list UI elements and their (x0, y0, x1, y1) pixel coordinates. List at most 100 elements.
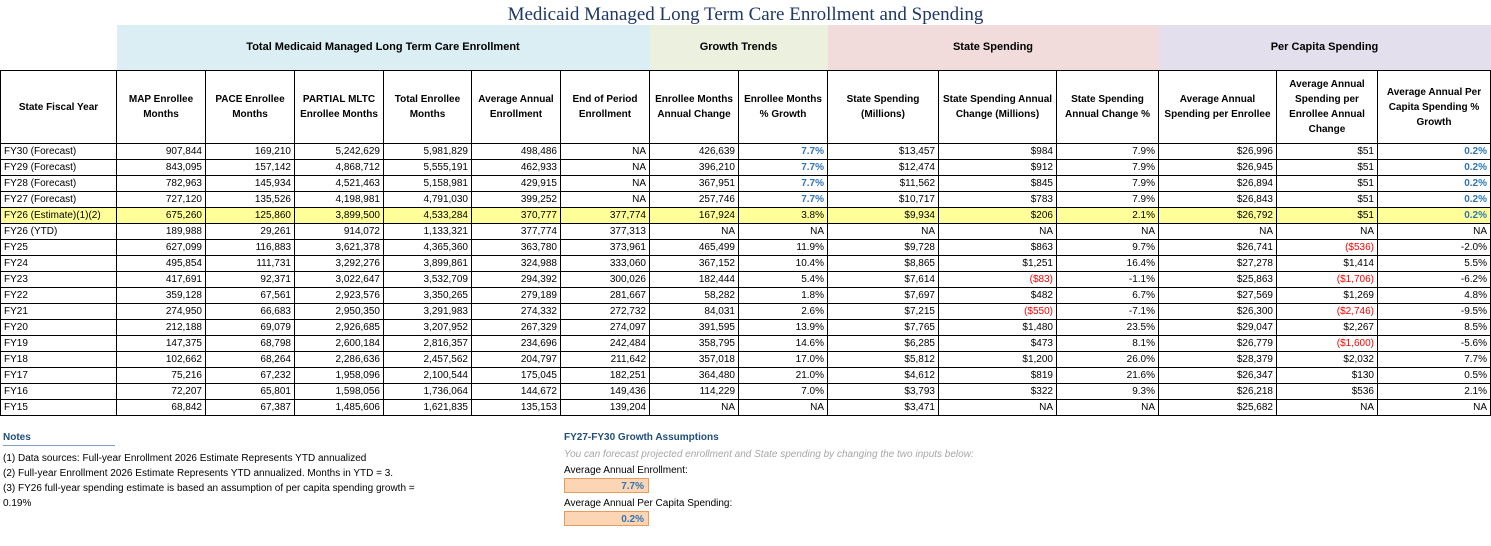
cell-enrollee-months-annual-change[interactable]: 58,282 (649, 287, 739, 304)
cell-enrollee-months-annual-change[interactable]: 114,229 (649, 383, 739, 400)
cell-pace-enrollee-months[interactable]: 67,387 (205, 399, 295, 416)
cell-avg-spending-per-enrollee[interactable]: NA (1158, 223, 1277, 240)
cell-per-capita-spending-growth[interactable]: 0.2% (1377, 191, 1491, 208)
cell-enrollee-months-growth[interactable]: 10.4% (738, 255, 828, 272)
cell-map-enrollee-months[interactable]: 727,120 (116, 191, 206, 208)
cell-per-capita-spending-growth[interactable]: 4.8% (1377, 287, 1491, 304)
cell-state-spending-annual-change[interactable]: $783 (938, 191, 1057, 208)
cell-enrollee-months-growth[interactable]: 7.7% (738, 175, 828, 192)
header-end-of-period-enrollment[interactable]: End of Period Enrollment (560, 70, 650, 144)
cell-partial-mltc-enrollee-months[interactable]: 4,868,712 (294, 159, 384, 176)
cell-state-spending-annual-change-pct[interactable]: -7.1% (1056, 303, 1159, 320)
cell-total-enrollee-months[interactable]: 3,291,983 (383, 303, 472, 320)
cell-per-capita-spending-growth[interactable]: 0.2% (1377, 159, 1491, 176)
cell-state-spending-annual-change-pct[interactable]: 8.1% (1056, 335, 1159, 352)
cell-partial-mltc-enrollee-months[interactable]: 2,286,636 (294, 351, 384, 368)
cell-state-spending-annual-change[interactable]: $912 (938, 159, 1057, 176)
cell-enrollee-months-annual-change[interactable]: NA (649, 223, 739, 240)
cell-state-spending[interactable]: $7,614 (827, 271, 939, 288)
cell-state-spending[interactable]: $9,728 (827, 239, 939, 256)
cell-pace-enrollee-months[interactable]: 68,798 (205, 335, 295, 352)
cell-avg-spending-per-enrollee[interactable]: $25,682 (1158, 399, 1277, 416)
cell-per-capita-spending-growth[interactable]: 0.5% (1377, 367, 1491, 384)
cell-avg-spending-annual-change[interactable]: NA (1276, 399, 1378, 416)
cell-average-annual-enrollment[interactable]: 324,988 (471, 255, 561, 272)
cell-state-spending-annual-change-pct[interactable]: 6.7% (1056, 287, 1159, 304)
cell-state-fiscal-year[interactable]: FY17 (0, 367, 117, 384)
cell-avg-spending-per-enrollee[interactable]: $26,843 (1158, 191, 1277, 208)
cell-avg-spending-per-enrollee[interactable]: $26,945 (1158, 159, 1277, 176)
cell-total-enrollee-months[interactable]: 5,555,191 (383, 159, 472, 176)
cell-map-enrollee-months[interactable]: 907,844 (116, 143, 206, 160)
cell-map-enrollee-months[interactable]: 359,128 (116, 287, 206, 304)
cell-per-capita-spending-growth[interactable]: 0.2% (1377, 143, 1491, 160)
cell-end-of-period-enrollment[interactable]: 149,436 (560, 383, 650, 400)
cell-map-enrollee-months[interactable]: 75,216 (116, 367, 206, 384)
cell-avg-spending-per-enrollee[interactable]: $26,741 (1158, 239, 1277, 256)
per-capita-growth-input[interactable]: 0.2% (564, 511, 649, 526)
cell-state-spending[interactable]: $12,474 (827, 159, 939, 176)
cell-pace-enrollee-months[interactable]: 157,142 (205, 159, 295, 176)
cell-per-capita-spending-growth[interactable]: -6.2% (1377, 271, 1491, 288)
cell-state-spending[interactable]: $8,865 (827, 255, 939, 272)
cell-state-spending-annual-change-pct[interactable]: 23.5% (1056, 319, 1159, 336)
header-total-enrollee-months[interactable]: Total Enrollee Months (383, 70, 472, 144)
cell-avg-spending-per-enrollee[interactable]: $26,779 (1158, 335, 1277, 352)
cell-avg-spending-annual-change[interactable]: $51 (1276, 207, 1378, 224)
cell-avg-spending-per-enrollee[interactable]: $26,218 (1158, 383, 1277, 400)
cell-enrollee-months-growth[interactable]: 1.8% (738, 287, 828, 304)
cell-average-annual-enrollment[interactable]: 429,915 (471, 175, 561, 192)
header-partial-mltc-enrollee-months[interactable]: PARTIAL MLTC Enrollee Months (294, 70, 384, 144)
cell-per-capita-spending-growth[interactable]: -9.5% (1377, 303, 1491, 320)
cell-enrollee-months-annual-change[interactable]: 167,924 (649, 207, 739, 224)
cell-avg-spending-annual-change[interactable]: $2,032 (1276, 351, 1378, 368)
cell-avg-spending-annual-change[interactable]: $51 (1276, 175, 1378, 192)
header-average-annual-enrollment[interactable]: Average Annual Enrollment (471, 70, 561, 144)
cell-per-capita-spending-growth[interactable]: 8.5% (1377, 319, 1491, 336)
cell-total-enrollee-months[interactable]: 4,365,360 (383, 239, 472, 256)
cell-average-annual-enrollment[interactable]: 462,933 (471, 159, 561, 176)
cell-avg-spending-per-enrollee[interactable]: $26,300 (1158, 303, 1277, 320)
cell-partial-mltc-enrollee-months[interactable]: 2,926,685 (294, 319, 384, 336)
cell-state-spending-annual-change-pct[interactable]: 2.1% (1056, 207, 1159, 224)
cell-avg-spending-per-enrollee[interactable]: $28,379 (1158, 351, 1277, 368)
cell-state-fiscal-year[interactable]: FY20 (0, 319, 117, 336)
header-state-spending-annual-change-pct[interactable]: State Spending Annual Change % (1056, 70, 1159, 144)
cell-total-enrollee-months[interactable]: 4,791,030 (383, 191, 472, 208)
cell-total-enrollee-months[interactable]: 1,133,321 (383, 223, 472, 240)
cell-avg-spending-per-enrollee[interactable]: $26,347 (1158, 367, 1277, 384)
cell-total-enrollee-months[interactable]: 1,736,064 (383, 383, 472, 400)
cell-map-enrollee-months[interactable]: 495,854 (116, 255, 206, 272)
cell-enrollee-months-growth[interactable]: 21.0% (738, 367, 828, 384)
cell-end-of-period-enrollment[interactable]: 373,961 (560, 239, 650, 256)
cell-partial-mltc-enrollee-months[interactable]: 2,950,350 (294, 303, 384, 320)
cell-end-of-period-enrollment[interactable]: 242,484 (560, 335, 650, 352)
cell-state-spending-annual-change[interactable]: $206 (938, 207, 1057, 224)
cell-enrollee-months-growth[interactable]: 7.7% (738, 159, 828, 176)
cell-total-enrollee-months[interactable]: 2,100,544 (383, 367, 472, 384)
cell-state-spending[interactable]: $7,215 (827, 303, 939, 320)
cell-state-spending-annual-change[interactable]: NA (938, 399, 1057, 416)
cell-state-spending-annual-change-pct[interactable]: -1.1% (1056, 271, 1159, 288)
cell-state-spending-annual-change-pct[interactable]: 9.3% (1056, 383, 1159, 400)
cell-total-enrollee-months[interactable]: 3,532,709 (383, 271, 472, 288)
header-map-enrollee-months[interactable]: MAP Enrollee Months (116, 70, 206, 144)
cell-state-spending-annual-change-pct[interactable]: 7.9% (1056, 175, 1159, 192)
cell-partial-mltc-enrollee-months[interactable]: 1,485,606 (294, 399, 384, 416)
cell-partial-mltc-enrollee-months[interactable]: 4,198,981 (294, 191, 384, 208)
cell-pace-enrollee-months[interactable]: 145,934 (205, 175, 295, 192)
cell-state-spending-annual-change-pct[interactable]: 7.9% (1056, 159, 1159, 176)
cell-state-spending-annual-change-pct[interactable]: NA (1056, 223, 1159, 240)
cell-state-spending[interactable]: $11,562 (827, 175, 939, 192)
header-enrollee-months-growth[interactable]: Enrollee Months % Growth (738, 70, 828, 144)
cell-average-annual-enrollment[interactable]: 363,780 (471, 239, 561, 256)
cell-map-enrollee-months[interactable]: 274,950 (116, 303, 206, 320)
cell-state-fiscal-year[interactable]: FY16 (0, 383, 117, 400)
cell-enrollee-months-annual-change[interactable]: 84,031 (649, 303, 739, 320)
cell-avg-spending-annual-change[interactable]: $2,267 (1276, 319, 1378, 336)
cell-total-enrollee-months[interactable]: 5,158,981 (383, 175, 472, 192)
cell-average-annual-enrollment[interactable]: 370,777 (471, 207, 561, 224)
cell-avg-spending-per-enrollee[interactable]: $26,894 (1158, 175, 1277, 192)
cell-partial-mltc-enrollee-months[interactable]: 3,621,378 (294, 239, 384, 256)
cell-avg-spending-annual-change[interactable]: ($536) (1276, 239, 1378, 256)
